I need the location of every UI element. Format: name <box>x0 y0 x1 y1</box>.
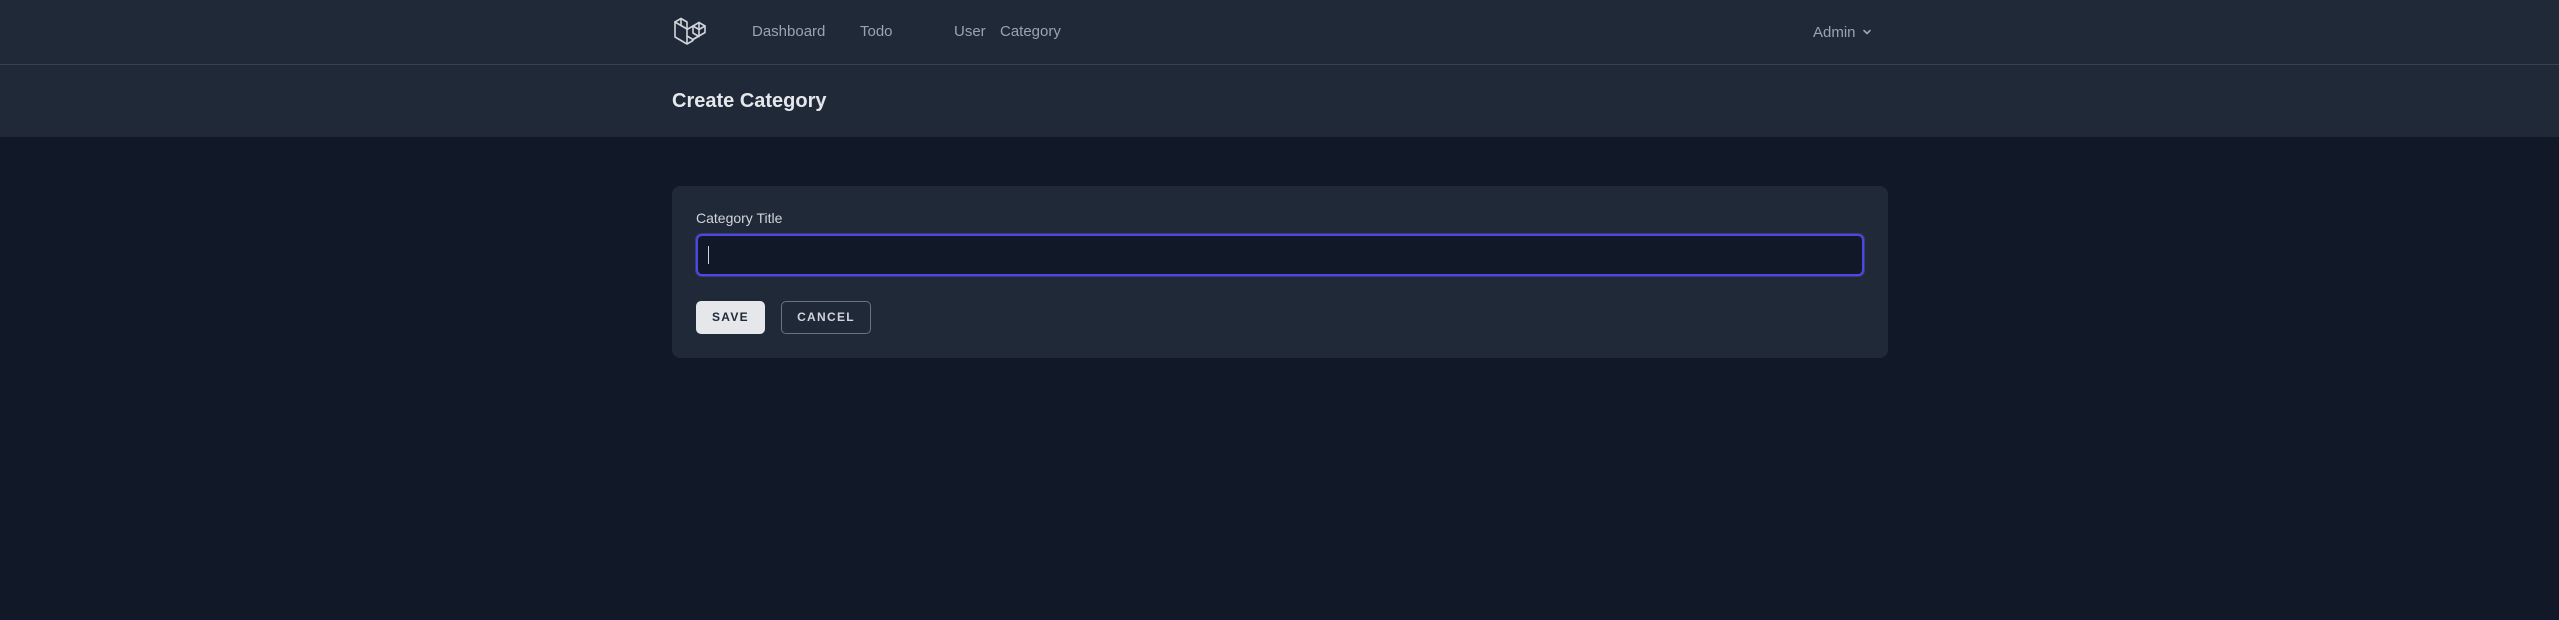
save-button[interactable]: SAVE <box>696 301 765 334</box>
create-category-form: Category Title SAVE CANCEL <box>672 186 1888 358</box>
nav-link-user[interactable]: User <box>954 0 986 64</box>
page-header: Create Category <box>0 65 2559 137</box>
laravel-logo-icon[interactable] <box>672 14 708 50</box>
nav-link-category[interactable]: Category <box>1000 0 1061 64</box>
category-title-label: Category Title <box>696 210 783 226</box>
nav-link-dashboard[interactable]: Dashboard <box>752 0 825 64</box>
user-menu-label: Admin <box>1813 23 1856 41</box>
cancel-button[interactable]: CANCEL <box>781 301 871 334</box>
chevron-down-icon <box>1862 29 1871 35</box>
text-cursor <box>708 246 709 264</box>
nav-link-todo[interactable]: Todo <box>860 0 893 64</box>
user-menu-dropdown[interactable]: Admin <box>1813 0 1872 64</box>
top-navigation: Dashboard Todo User Category Admin <box>0 0 2559 65</box>
category-title-input[interactable] <box>696 234 1864 276</box>
page-title: Create Category <box>672 90 827 112</box>
